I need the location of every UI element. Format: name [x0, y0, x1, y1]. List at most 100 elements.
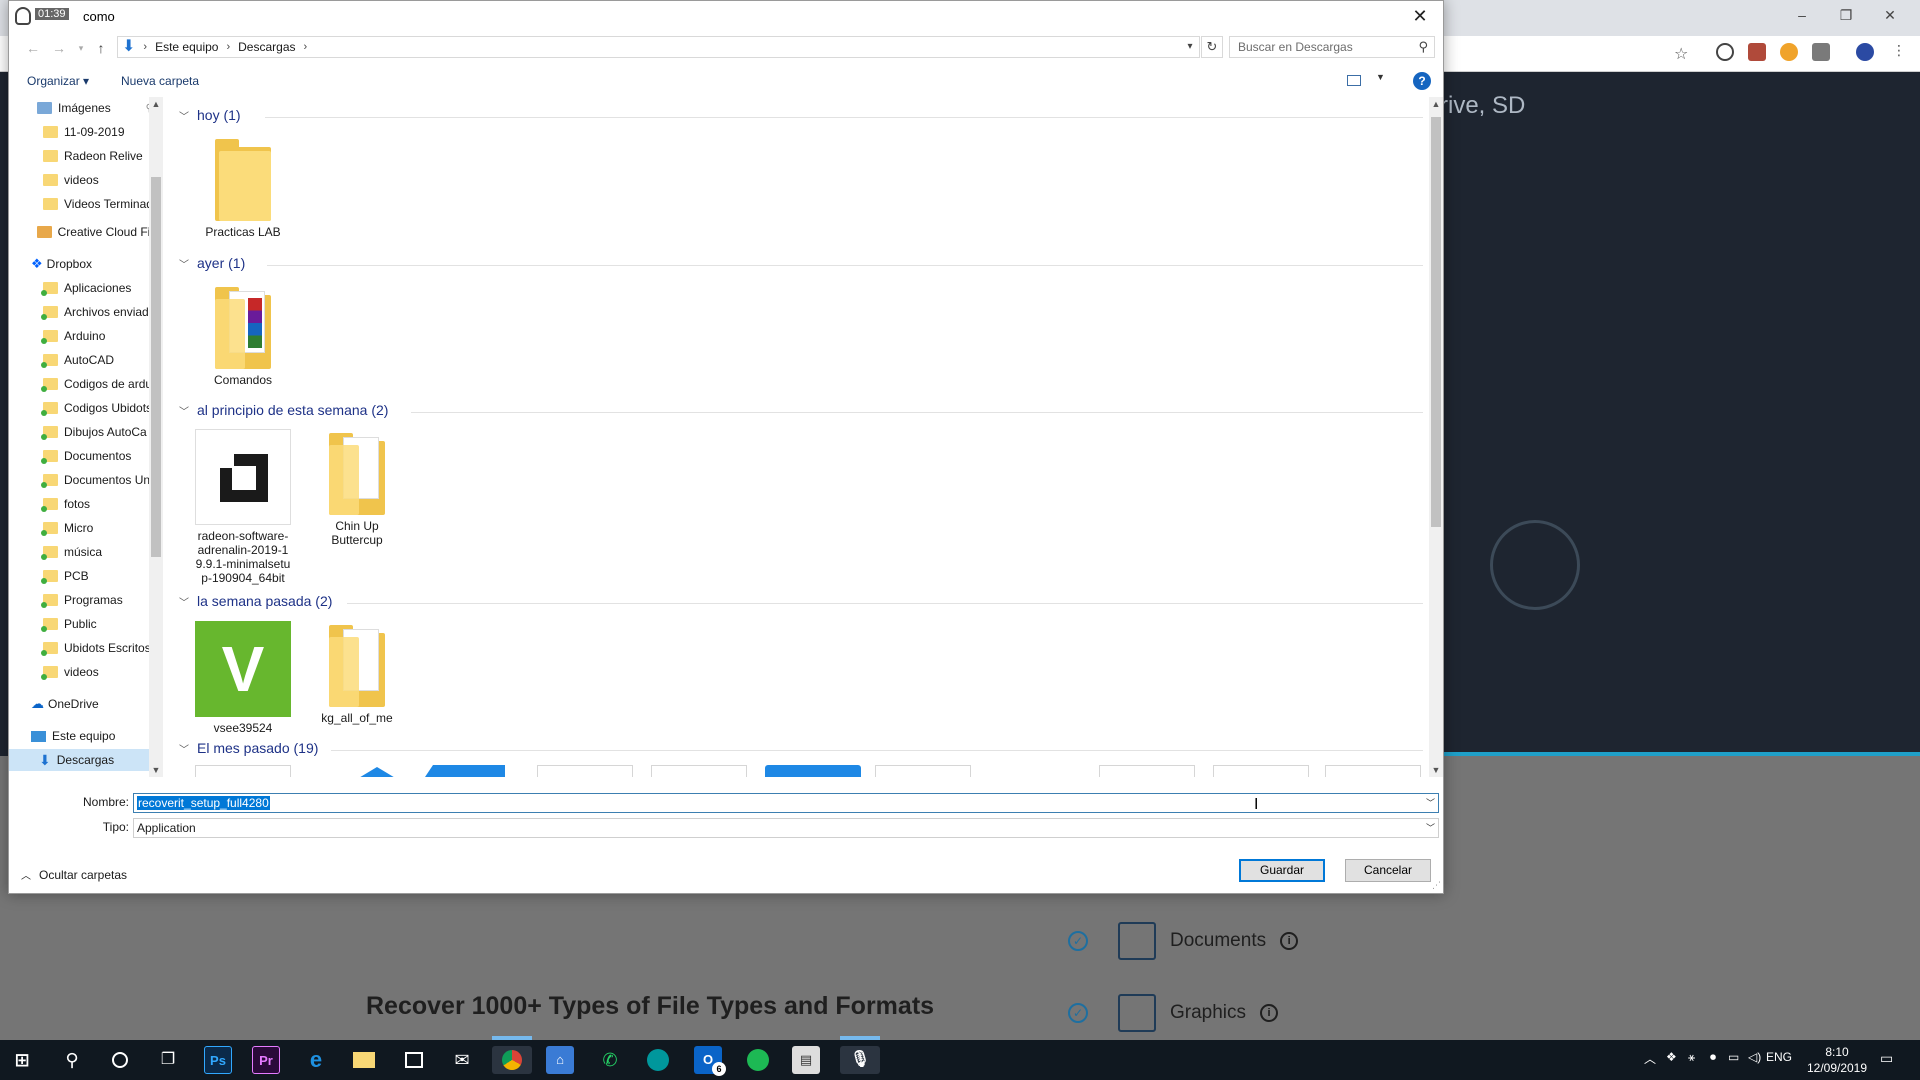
address-dropdown-icon[interactable]: ▾ — [1181, 36, 1199, 58]
outlook-icon[interactable]: O6 — [694, 1046, 726, 1076]
chevron-down-icon[interactable]: ﹀ — [179, 403, 189, 418]
group-header-ayer[interactable]: ﹀ ayer (1) — [179, 255, 245, 271]
file-thumb[interactable] — [195, 765, 291, 777]
nav-scroll-thumb[interactable] — [151, 177, 161, 557]
sidebar-item-pcb[interactable]: PCB — [9, 565, 153, 587]
forward-arrow-icon[interactable]: → — [49, 38, 69, 58]
chevron-down-icon[interactable]: ﹀ — [179, 256, 189, 271]
filetype-select[interactable]: Application ﹀ — [133, 818, 1439, 838]
file-thumb[interactable] — [425, 765, 505, 777]
file-thumb[interactable] — [651, 765, 747, 777]
file-thumb[interactable] — [1325, 765, 1421, 777]
address-bar[interactable]: ⬇ › Este equipo › Descargas › — [117, 36, 1200, 58]
sidebar-item-creative-cloud[interactable]: Creative Cloud Fil — [9, 221, 153, 243]
extension-icon[interactable] — [1780, 43, 1798, 61]
group-header-semana-pasada[interactable]: ﹀ la semana pasada (2) — [179, 593, 332, 609]
file-thumb[interactable] — [875, 765, 971, 777]
sidebar-item-11-09-2019[interactable]: 11-09-2019 — [9, 121, 153, 143]
content-scrollbar[interactable]: ▲ ▼ — [1429, 97, 1443, 777]
scroll-down-icon[interactable]: ▼ — [149, 765, 163, 775]
restore-icon[interactable]: ❐ — [1826, 4, 1866, 26]
sidebar-item-arduino[interactable]: Arduino — [9, 325, 153, 347]
spotify-icon[interactable] — [744, 1046, 772, 1074]
info-icon[interactable]: i — [1260, 1004, 1279, 1022]
photoshop-icon[interactable]: Ps — [204, 1046, 232, 1074]
file-thumb[interactable] — [537, 765, 633, 777]
view-options-icon[interactable] — [1347, 75, 1361, 86]
bookmark-star-icon[interactable]: ☆ — [1674, 44, 1688, 64]
sidebar-item-autocad[interactable]: AutoCAD — [9, 349, 153, 371]
file-thumb[interactable] — [1099, 765, 1195, 777]
info-icon[interactable]: i — [1280, 932, 1299, 950]
file-comandos[interactable]: Comandos — [195, 287, 291, 387]
save-button[interactable]: Guardar — [1239, 859, 1325, 882]
whatsapp-icon[interactable]: ✆ — [596, 1046, 624, 1074]
sidebar-item-dropbox[interactable]: ❖ Dropbox — [9, 253, 153, 275]
scroll-up-icon[interactable]: ▲ — [149, 99, 163, 109]
sidebar-item-imagenes[interactable]: Imágenes⚲ — [9, 97, 153, 119]
organize-button[interactable]: Organizar ▾ — [27, 74, 89, 88]
task-view-icon[interactable]: ❐ — [154, 1046, 182, 1074]
clock[interactable]: 8:10 12/09/2019 — [1802, 1044, 1872, 1076]
content-scroll-thumb[interactable] — [1431, 117, 1441, 527]
sidebar-item-este-equipo[interactable]: Este equipo — [9, 725, 153, 747]
minimize-icon[interactable]: – — [1782, 4, 1822, 26]
cortana-icon[interactable] — [106, 1046, 134, 1074]
filename-input[interactable]: recoverit_setup_full4280 ﹀ — [133, 793, 1439, 813]
sidebar-item-fotos[interactable]: fotos — [9, 493, 153, 515]
search-icon[interactable]: ⚲ — [1418, 39, 1428, 55]
scroll-down-icon[interactable]: ▼ — [1429, 765, 1443, 775]
show-hidden-icons[interactable]: ︿ — [1644, 1050, 1656, 1067]
chevron-down-icon[interactable]: ﹀ — [1426, 819, 1435, 837]
up-arrow-icon[interactable]: ↑ — [91, 38, 111, 58]
recent-dropdown-icon[interactable]: ▾ — [71, 38, 91, 58]
chrome-icon[interactable] — [492, 1046, 532, 1074]
sidebar-item-ubidots-escritos[interactable]: Ubidots Escritos — [9, 637, 153, 659]
sidebar-item-programas[interactable]: Programas — [9, 589, 153, 611]
edge-icon[interactable]: e — [302, 1046, 330, 1074]
network-tray-icon[interactable]: ▭ — [1728, 1050, 1739, 1064]
group-header-hoy[interactable]: ﹀ hoy (1) — [179, 107, 241, 123]
cast-extension-icon[interactable] — [1812, 43, 1830, 61]
breadcrumb-descargas[interactable]: Descargas — [238, 40, 295, 54]
store-icon[interactable] — [400, 1046, 428, 1074]
breadcrumb-sep-icon[interactable]: › — [304, 41, 308, 53]
new-folder-button[interactable]: Nueva carpeta — [121, 74, 199, 88]
pdf-extension-icon[interactable] — [1748, 43, 1766, 61]
sidebar-item-dibujos-autocad[interactable]: Dibujos AutoCa — [9, 421, 153, 443]
sidebar-item-micro[interactable]: Micro — [9, 517, 153, 539]
volume-icon[interactable]: ◁) — [1748, 1050, 1761, 1064]
action-center-icon[interactable]: ▭ — [1880, 1050, 1893, 1067]
file-thumb[interactable] — [357, 767, 397, 777]
file-radeon-software[interactable]: radeon-software-adrenalin-2019-19.9.1-mi… — [195, 429, 291, 585]
dropbox-tray-icon[interactable]: ❖ — [1666, 1050, 1677, 1064]
breadcrumb-sep-icon[interactable]: › — [226, 41, 230, 53]
sidebar-item-documentos-un[interactable]: Documentos Un — [9, 469, 153, 491]
file-practicas-lab[interactable]: Practicas LAB — [195, 139, 291, 239]
usb-tray-icon[interactable]: ⚹ — [1688, 1050, 1695, 1065]
sidebar-item-archivos-enviados[interactable]: Archivos enviad — [9, 301, 153, 323]
menu-kebab-icon[interactable]: ⋮ — [1892, 42, 1906, 59]
file-thumb[interactable] — [765, 765, 861, 777]
help-icon[interactable]: ? — [1413, 72, 1431, 90]
filename-value[interactable]: recoverit_setup_full4280 — [137, 796, 270, 810]
sidebar-item-onedrive[interactable]: ☁ OneDrive — [9, 693, 153, 715]
chevron-down-icon[interactable]: ﹀ — [179, 741, 189, 756]
sidebar-item-codigos-arduino[interactable]: Codigos de ardu — [9, 373, 153, 395]
language-indicator[interactable]: ENG — [1766, 1050, 1792, 1064]
group-header-esta-semana[interactable]: ﹀ al principio de esta semana (2) — [179, 402, 388, 418]
sidebar-item-documentos[interactable]: Documentos — [9, 445, 153, 467]
sidebar-item-aplicaciones[interactable]: Aplicaciones — [9, 277, 153, 299]
recorder-icon[interactable]: 🎙 — [840, 1046, 880, 1074]
file-vsee[interactable]: V vsee39524 — [195, 621, 291, 735]
group-header-mes-pasado[interactable]: ﹀ El mes pasado (19) — [179, 740, 318, 756]
breadcrumb-este-equipo[interactable]: Este equipo — [155, 40, 218, 54]
arduino-icon[interactable] — [644, 1046, 672, 1074]
sidebar-item-videos-dropbox[interactable]: videos — [9, 661, 153, 683]
mail-icon[interactable]: ✉ — [448, 1046, 476, 1074]
premiere-icon[interactable]: Pr — [252, 1046, 280, 1074]
block-extension-icon[interactable] — [1716, 43, 1734, 61]
chevron-down-icon[interactable]: ﹀ — [1426, 794, 1435, 812]
sidebar-item-musica[interactable]: música — [9, 541, 153, 563]
hide-folders-button[interactable]: ︿ Ocultar carpetas — [21, 867, 127, 883]
